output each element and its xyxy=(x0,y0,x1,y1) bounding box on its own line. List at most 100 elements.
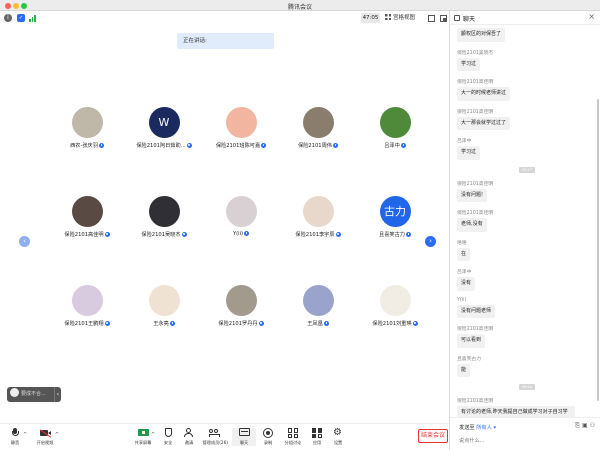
chevron-down-icon[interactable]: ▾ xyxy=(493,425,496,431)
participant-name: 保险2101高佳明 xyxy=(49,231,125,238)
participant-tile[interactable]: 保险2101王鹏翔 xyxy=(49,285,125,327)
participant-name-text: Y(ii) xyxy=(232,231,244,237)
share-screen-icon xyxy=(137,428,149,438)
chat-input[interactable] xyxy=(459,435,597,447)
breakout-icon xyxy=(287,428,299,438)
user-icon[interactable]: ⚇ xyxy=(590,422,597,429)
mic-status-icon xyxy=(169,321,175,326)
previous-page-button[interactable]: ‹ xyxy=(19,236,30,247)
chat-sender: 保险2101高佳明 xyxy=(457,109,494,115)
chat-message: 且喜笑古力能 xyxy=(457,355,597,377)
shield-icon[interactable]: ✓ xyxy=(17,14,25,22)
info-icon[interactable]: i xyxy=(4,14,12,22)
participant-tile[interactable]: 保险2101李宇辰 xyxy=(280,196,356,238)
speaking-indicator: 正在讲话: xyxy=(177,33,274,49)
participant-name: 保险2101罗丹丹 xyxy=(203,320,279,327)
participant-name: 且喜笑古力 xyxy=(357,231,433,238)
toolbar-label: 安全 xyxy=(163,441,173,446)
share-options-caret[interactable]: ^ xyxy=(151,432,155,438)
participant-name-text: 吕泽中 xyxy=(384,143,400,149)
toolbar-chat-button[interactable]: 聊天 xyxy=(232,428,256,446)
video-options-caret[interactable]: ^ xyxy=(55,432,59,438)
participant-name-text: 保险2101刘重瑛 xyxy=(372,321,412,327)
toolbar-label: 静音 xyxy=(10,441,20,446)
chat-bubble: 在 xyxy=(457,247,471,261)
participant-tile[interactable]: 保险2101罗丹丹 xyxy=(203,285,279,327)
toolbar-label: 管理成员(26) xyxy=(202,441,228,446)
chat-timestamp: 09:28 xyxy=(519,384,535,390)
avatar xyxy=(71,196,103,227)
mic-status-icon xyxy=(405,232,411,237)
chat-message-list[interactable]: 颤权区的对保吾了 保险2101吴晓杰 学习过 保险2101高佳明 大一的时候老师讲过 保险… xyxy=(450,25,600,417)
avatar xyxy=(71,107,103,138)
chat-sender: 且喜笑古力 xyxy=(457,356,481,362)
participant-tile[interactable]: 古力 且喜笑古力 xyxy=(357,196,433,238)
chat-title: 聊天 xyxy=(463,16,476,23)
participant-tile[interactable]: 保险2101刘重瑛 xyxy=(357,285,433,327)
participant-name: Y(ii) xyxy=(203,231,279,237)
close-icon[interactable]: × xyxy=(588,12,595,21)
participant-name: 保险2101周伟 xyxy=(280,142,356,149)
participant-tile[interactable]: 王永亮 xyxy=(126,285,202,327)
participant-name: 保险2101李宇辰 xyxy=(280,231,356,238)
chat-sender: 保险2101高佳明 xyxy=(457,399,494,404)
toolbar-label: 邀请 xyxy=(184,441,194,446)
toolbar-invite-button[interactable]: 邀请 xyxy=(177,428,201,446)
mic-status-icon xyxy=(400,143,406,148)
gear-icon: ⚙ xyxy=(333,427,342,438)
chat-sender: 保险2101高佳明 xyxy=(457,327,494,332)
chat-sender: 保险2101吴晓杰 xyxy=(457,50,494,56)
participant-tile[interactable]: 吕泽中 xyxy=(357,107,433,149)
participant-tile[interactable]: 保险2101吴晓杰 xyxy=(126,196,202,238)
participant-tile[interactable]: 保险2101班陈可嘉 xyxy=(203,107,279,149)
chat-message: Y(ii) 没有问题老师 xyxy=(457,298,597,318)
collapse-icon[interactable]: ‹ xyxy=(53,387,59,402)
toolbar-members-button[interactable]: 管理成员(26) xyxy=(202,428,228,446)
participant-tile[interactable]: 西农-张庆羽 xyxy=(49,107,125,149)
participant-tile[interactable]: 保险2101周伟 xyxy=(280,107,356,149)
camera-off-icon xyxy=(39,428,51,438)
mic-status-icon xyxy=(323,321,329,326)
participant-tile[interactable]: Y(ii) xyxy=(203,196,279,237)
next-page-button[interactable]: › xyxy=(425,236,436,247)
participant-name: 王凤凰 xyxy=(280,320,356,327)
view-mode-button[interactable]: 宫格视图 xyxy=(384,13,420,23)
mic-status-icon xyxy=(261,143,267,148)
end-meeting-button[interactable]: 结束会议 xyxy=(418,429,448,443)
mic-options-caret[interactable]: ^ xyxy=(23,432,27,438)
image-icon[interactable]: ▣ xyxy=(582,422,590,429)
toolbar-record-button[interactable]: 录制 xyxy=(256,428,280,446)
chat-message: 吕泽中 没有 xyxy=(457,268,597,291)
toolbar-label: 共享屏幕 xyxy=(134,441,152,446)
picture-in-picture-icon[interactable] xyxy=(440,15,447,22)
chat-message: 嘻嘻在 xyxy=(457,239,597,261)
avatar xyxy=(71,285,103,316)
send-to-selector[interactable]: 发送至 所有人 ▾ xyxy=(459,424,496,431)
toolbar-label: 聊天 xyxy=(239,441,249,446)
toolbar-camera-off-button[interactable]: 开启视频 xyxy=(33,428,57,446)
toolbar-breakout-button[interactable]: 分组讨论 xyxy=(281,428,305,446)
chat-bubble: 没有问题老师 xyxy=(457,304,496,318)
mic-status-icon xyxy=(258,321,264,326)
avatar xyxy=(225,196,257,227)
view-mode-label: 宫格视图 xyxy=(393,15,416,21)
send-to-target[interactable]: 所有人 xyxy=(476,425,492,431)
participant-name: 保险2101王鹏翔 xyxy=(49,320,125,327)
chat-footer: 发送至 所有人 ▾ ⎘▣⚇ xyxy=(450,417,600,450)
chat-scrollbar[interactable] xyxy=(597,99,599,401)
file-icon[interactable]: ⎘ xyxy=(575,422,582,429)
fullscreen-icon[interactable] xyxy=(428,15,435,22)
participant-tile[interactable]: W 保险2101阿日茹助... xyxy=(126,107,202,149)
participant-tile[interactable]: 保险2101高佳明 xyxy=(49,196,125,238)
mic-status-icon xyxy=(186,143,192,148)
toolbar-label: 录制 xyxy=(263,441,273,446)
chat-bubble: 大一的时候老师讲过 xyxy=(457,87,511,101)
chat-message: 颤权区的对保吾了 xyxy=(457,28,597,42)
avatar xyxy=(302,196,334,227)
participant-name-text: 且喜笑古力 xyxy=(379,232,405,238)
signal-icon[interactable] xyxy=(29,14,37,22)
toolbar-gear-button[interactable]: ⚙ 设置 xyxy=(326,428,350,446)
floating-mini-bar[interactable]: 要成不合... ‹ xyxy=(7,387,61,402)
meeting-top-strip: i ✓ 47:05 宫格视图 xyxy=(0,11,449,25)
participant-tile[interactable]: 王凤凰 xyxy=(280,285,356,327)
